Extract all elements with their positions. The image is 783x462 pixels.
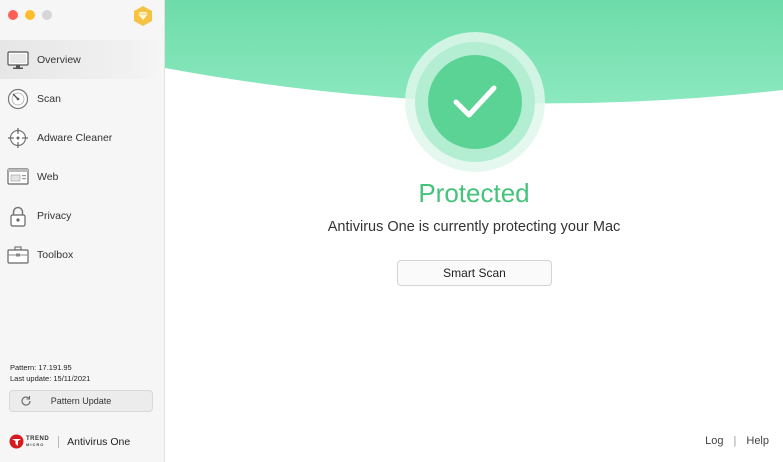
sidebar-item-label: Overview xyxy=(37,53,81,66)
refresh-icon xyxy=(20,395,32,409)
main-panel: Protected Antivirus One is currently pro… xyxy=(165,0,783,462)
last-update: Last update: 15/11/2021 xyxy=(10,374,91,383)
footer-separator: | xyxy=(733,435,737,447)
trend-micro-logo: TREND MICRO xyxy=(9,434,49,449)
sidebar-nav: Overview Scan Adware Cleaner Web Privacy… xyxy=(0,40,164,274)
protection-status-title: Protected xyxy=(418,178,530,208)
sidebar-item-toolbox[interactable]: Toolbox xyxy=(0,235,164,274)
toolbox-icon xyxy=(7,244,29,266)
brand-name-top: TREND xyxy=(26,435,50,442)
minimize-window-button[interactable] xyxy=(25,10,35,20)
pattern-update-label: Pattern Update xyxy=(50,396,112,406)
brand-footer: TREND MICRO Antivirus One xyxy=(9,434,130,449)
sidebar-item-scan[interactable]: Scan xyxy=(0,79,164,118)
window-controls xyxy=(8,10,52,20)
smart-scan-button[interactable]: Smart Scan xyxy=(397,260,552,286)
sidebar-item-label: Toolbox xyxy=(37,248,74,261)
sidebar: Overview Scan Adware Cleaner Web Privacy… xyxy=(0,0,165,462)
sidebar-item-privacy[interactable]: Privacy xyxy=(0,196,164,235)
pattern-info: Pattern: 17.191.95 Last update: 15/11/20… xyxy=(10,362,90,384)
sidebar-item-label: Web xyxy=(37,170,59,183)
protection-status-message: Antivirus One is currently protecting yo… xyxy=(327,219,621,235)
sidebar-item-label: Adware Cleaner xyxy=(37,131,113,144)
sidebar-item-overview[interactable]: Overview xyxy=(0,40,164,79)
brand-divider xyxy=(58,435,60,448)
sidebar-item-label: Privacy xyxy=(37,209,72,222)
lock-icon xyxy=(7,205,29,227)
log-link[interactable]: Log xyxy=(705,435,723,447)
product-name: Antivirus One xyxy=(67,435,131,448)
close-window-button[interactable] xyxy=(8,10,18,20)
premium-gem-icon[interactable] xyxy=(132,5,154,27)
sidebar-item-label: Scan xyxy=(37,92,61,105)
monitor-icon xyxy=(7,49,29,71)
brand-name-bottom: MICRO xyxy=(26,441,45,447)
pattern-version: Pattern: 17.191.95 xyxy=(10,363,72,372)
sidebar-item-web[interactable]: Web xyxy=(0,157,164,196)
browser-window-icon xyxy=(7,166,29,188)
scan-gauge-icon xyxy=(7,88,29,110)
checkmark-icon xyxy=(453,85,497,118)
pattern-update-button[interactable]: Pattern Update xyxy=(9,390,153,412)
zoom-window-button[interactable] xyxy=(42,10,52,20)
footer-links: Log | Help xyxy=(705,435,769,447)
sidebar-item-adware-cleaner[interactable]: Adware Cleaner xyxy=(0,118,164,157)
help-link[interactable]: Help xyxy=(746,435,769,447)
crosshair-icon xyxy=(7,127,29,149)
